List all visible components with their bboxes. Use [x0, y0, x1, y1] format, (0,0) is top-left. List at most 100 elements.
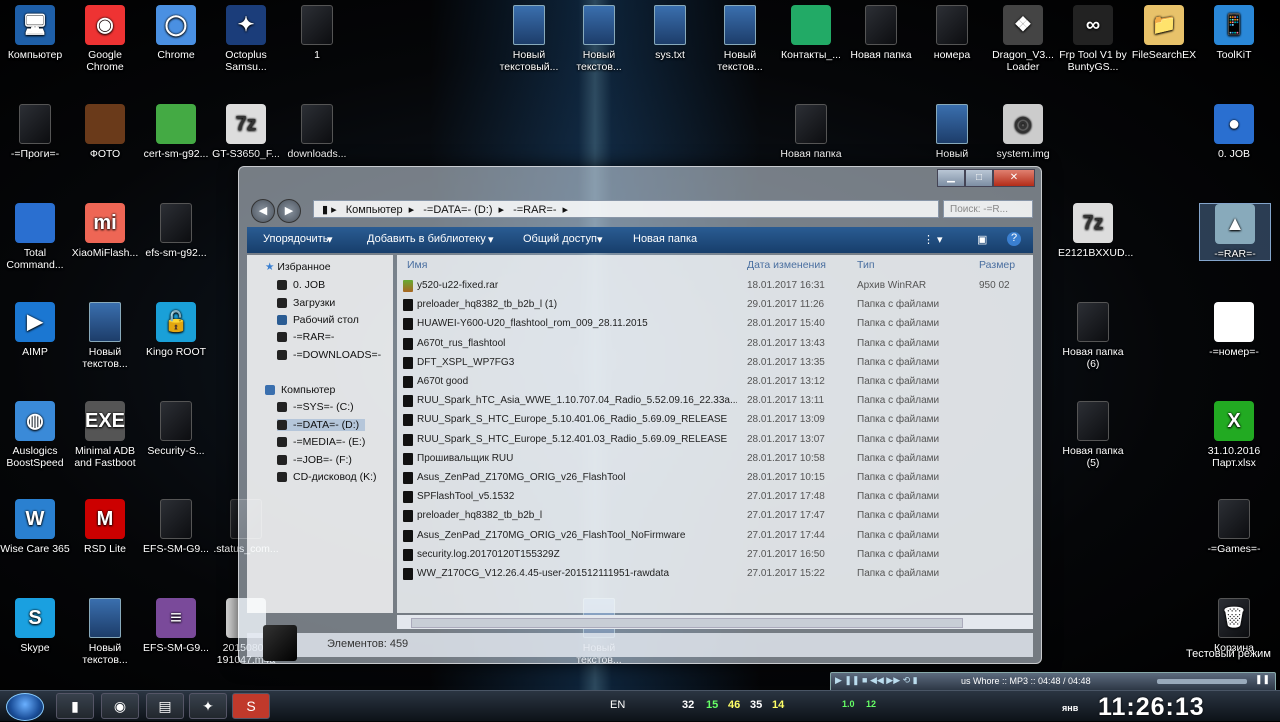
- file-row[interactable]: SPFlashTool_v5.1532 27.01.2017 17:48 Папка…: [397, 488, 1033, 507]
- column-name[interactable]: Имя: [407, 259, 427, 271]
- desktop-icon[interactable]: 🔓 Kingo ROOT: [141, 302, 211, 358]
- desktop-icon[interactable]: ▲ -=RAR=-: [1199, 203, 1271, 261]
- progress-bar[interactable]: [1157, 679, 1247, 684]
- desktop-icon[interactable]: Security-S...: [141, 401, 211, 457]
- desktop-icon[interactable]: Новый текстов...: [70, 598, 140, 666]
- desktop-icon[interactable]: 1: [282, 5, 352, 61]
- desktop-icon[interactable]: W Wise Care 365: [0, 499, 70, 555]
- sidebar-drive-k[interactable]: CD-дисковод (K:): [277, 471, 376, 483]
- computer-header[interactable]: Компьютер: [265, 384, 335, 396]
- desktop-icon[interactable]: 🖥 Компьютер: [0, 5, 70, 61]
- back-button[interactable]: ◀: [251, 199, 275, 223]
- search-input[interactable]: Поиск: -=R...: [943, 200, 1033, 218]
- desktop-icon[interactable]: efs-sm-g92...: [141, 203, 211, 259]
- desktop-icon[interactable]: EFS-SM-G9...: [141, 499, 211, 555]
- desktop-icon[interactable]: Новый: [917, 104, 987, 160]
- file-row[interactable]: HUAWEI-Y600-U20_flashtool_rom_009_28.11.…: [397, 315, 1033, 334]
- share-menu[interactable]: Общий доступ: [523, 233, 597, 245]
- file-row[interactable]: preloader_hq8382_tb_b2b_l 27.01.2017 17:4…: [397, 507, 1033, 526]
- minimize-button[interactable]: ▁: [937, 169, 965, 187]
- desktop-icon[interactable]: sys.txt: [635, 5, 705, 61]
- taskbar-app-s[interactable]: S: [232, 693, 270, 719]
- file-row[interactable]: RUU_Spark_hTC_Asia_WWE_1.10.707.04_Radio…: [397, 392, 1033, 411]
- breadcrumb-data[interactable]: -=DATA=- (D:): [423, 204, 492, 216]
- maximize-button[interactable]: □: [965, 169, 993, 187]
- desktop-icon[interactable]: ◯ Chrome: [141, 5, 211, 61]
- preview-pane-icon[interactable]: ▣: [977, 233, 987, 246]
- desktop-icon[interactable]: ◎ system.img: [988, 104, 1058, 160]
- desktop-icon[interactable]: 7z E2121BXXUD...: [1058, 203, 1133, 259]
- file-row[interactable]: DFT_XSPL_WP7FG3 28.01.2017 13:35 Папка с ф…: [397, 354, 1033, 373]
- taskbar-explorer[interactable]: ▮: [56, 693, 94, 719]
- sidebar-item-rar[interactable]: -=RAR=-: [277, 331, 334, 343]
- desktop-icon[interactable]: X 31.10.2016 Парт.xlsx: [1199, 401, 1269, 469]
- file-row[interactable]: WW_Z170CG_V12.26.4.45-user-201512111951-…: [397, 565, 1033, 584]
- desktop-icon[interactable]: Новый текстовый...: [494, 5, 564, 73]
- desktop-icon[interactable]: Новая папка (6): [1058, 302, 1128, 370]
- desktop-icon[interactable]: M RSD Lite: [70, 499, 140, 555]
- forward-button[interactable]: ▶: [277, 199, 301, 223]
- desktop-icon[interactable]: EXE Minimal ADB and Fastboot: [70, 401, 140, 469]
- help-icon[interactable]: ?: [1007, 232, 1021, 246]
- column-type[interactable]: Тип: [857, 259, 875, 271]
- desktop-icon[interactable]: номера: [917, 5, 987, 61]
- desktop-icon[interactable]: -=Games=-: [1199, 499, 1269, 555]
- desktop-icon[interactable]: Новая папка (5): [1058, 401, 1128, 469]
- file-row[interactable]: y520-u22-fixed.rar 18.01.2017 16:31 Архив …: [397, 277, 1033, 296]
- scrollbar-thumb[interactable]: [411, 618, 963, 628]
- file-row[interactable]: RUU_Spark_S_HTC_Europe_5.12.401.03_Radio…: [397, 431, 1033, 450]
- desktop-icon[interactable]: -=Проги=-: [0, 104, 70, 160]
- horizontal-scrollbar[interactable]: [397, 615, 1033, 629]
- desktop-icon[interactable]: -=номер=-: [1199, 302, 1269, 358]
- desktop-icon[interactable]: Новая папка: [846, 5, 916, 61]
- desktop-icon[interactable]: ✦ Octoplus Samsu...: [211, 5, 281, 73]
- desktop-icon[interactable]: ❖ Dragon_V3... Loader: [988, 5, 1058, 73]
- desktop-icon[interactable]: S Skype: [0, 598, 70, 654]
- desktop-icon[interactable]: ∞ Frp Tool V1 by BuntyGS...: [1058, 5, 1128, 73]
- file-row[interactable]: Asus_ZenPad_Z170MG_ORIG_v26_FlashTool_No…: [397, 527, 1033, 546]
- organize-menu[interactable]: Упорядочить: [263, 233, 328, 245]
- sidebar-item-downloads-folder[interactable]: -=DOWNLOADS=-: [277, 349, 381, 361]
- desktop-icon[interactable]: Контакты_...: [776, 5, 846, 61]
- desktop-icon[interactable]: 📱 ToolKiT: [1199, 5, 1269, 61]
- language-indicator[interactable]: EN: [610, 699, 625, 711]
- taskbar-notepad[interactable]: ▤: [146, 693, 184, 719]
- desktop-icon[interactable]: ≡ EFS-SM-G9...: [141, 598, 211, 654]
- explorer-window[interactable]: ▁ □ ✕ ◀ ▶ ▮ ▸ Компьютер ▸ -=DATA=- (D:) ▸ …: [238, 166, 1042, 664]
- file-row[interactable]: A670t good 28.01.2017 13:12 Папка с файлам…: [397, 373, 1033, 392]
- desktop-icon[interactable]: Новый текстов...: [70, 302, 140, 370]
- desktop-icon[interactable]: cert-sm-g92...: [141, 104, 211, 160]
- desktop-icon[interactable]: ▶ AIMP: [0, 302, 70, 358]
- start-button[interactable]: [6, 693, 44, 721]
- sidebar-drive-c[interactable]: -=SYS=- (C:): [277, 401, 354, 413]
- sidebar-item-desktop[interactable]: Рабочий стол: [277, 314, 359, 326]
- desktop-icon[interactable]: ФОТО: [70, 104, 140, 160]
- breadcrumb-rar[interactable]: -=RAR=-: [513, 204, 556, 216]
- desktop-icon[interactable]: Новый текстов...: [564, 5, 634, 73]
- new-folder-button[interactable]: Новая папка: [633, 233, 697, 245]
- file-row[interactable]: A670t_rus_flashtool 28.01.2017 13:43 Папка…: [397, 335, 1033, 354]
- desktop-icon[interactable]: downloads...: [282, 104, 352, 160]
- taskbar-chrome[interactable]: ◉: [101, 693, 139, 719]
- desktop-icon[interactable]: ● 0. JOB: [1199, 104, 1269, 160]
- desktop-icon[interactable]: 🗑 Корзина: [1199, 598, 1269, 654]
- file-row[interactable]: preloader_hq8382_tb_b2b_l (1) 29.01.2017 …: [397, 296, 1033, 315]
- desktop-icon[interactable]: 📁 FileSearchEX: [1129, 5, 1199, 61]
- desktop-icon[interactable]: 7z GT-S3650_F...: [211, 104, 281, 160]
- clock[interactable]: 11:26:13: [1098, 693, 1205, 722]
- add-to-library-menu[interactable]: Добавить в библиотеку: [367, 233, 486, 245]
- desktop-icon[interactable]: Новая папка: [776, 104, 846, 160]
- sidebar-item-job[interactable]: 0. JOB: [277, 279, 325, 291]
- favorites-header[interactable]: ★ Избранное: [265, 261, 331, 273]
- column-date[interactable]: Дата изменения: [747, 259, 826, 271]
- desktop-icon[interactable]: Total Command...: [0, 203, 70, 271]
- sidebar-drive-f[interactable]: -=JOB=- (F:): [277, 454, 352, 466]
- file-row[interactable]: Прошивальщик RUU 28.01.2017 10:58 Папка с …: [397, 450, 1033, 469]
- taskbar-octoplus[interactable]: ✦: [189, 693, 227, 719]
- desktop-icon[interactable]: ◉ Google Chrome: [70, 5, 140, 73]
- pause-icon[interactable]: ❚❚: [1255, 674, 1270, 685]
- desktop-icon[interactable]: ◍ Auslogics BoostSpeed: [0, 401, 70, 469]
- view-options-icon[interactable]: ⋮ ▾: [923, 233, 943, 246]
- column-size[interactable]: Размер: [979, 259, 1015, 271]
- address-bar[interactable]: ▮ ▸ Компьютер ▸ -=DATA=- (D:) ▸ -=RAR=- ▸: [313, 200, 939, 218]
